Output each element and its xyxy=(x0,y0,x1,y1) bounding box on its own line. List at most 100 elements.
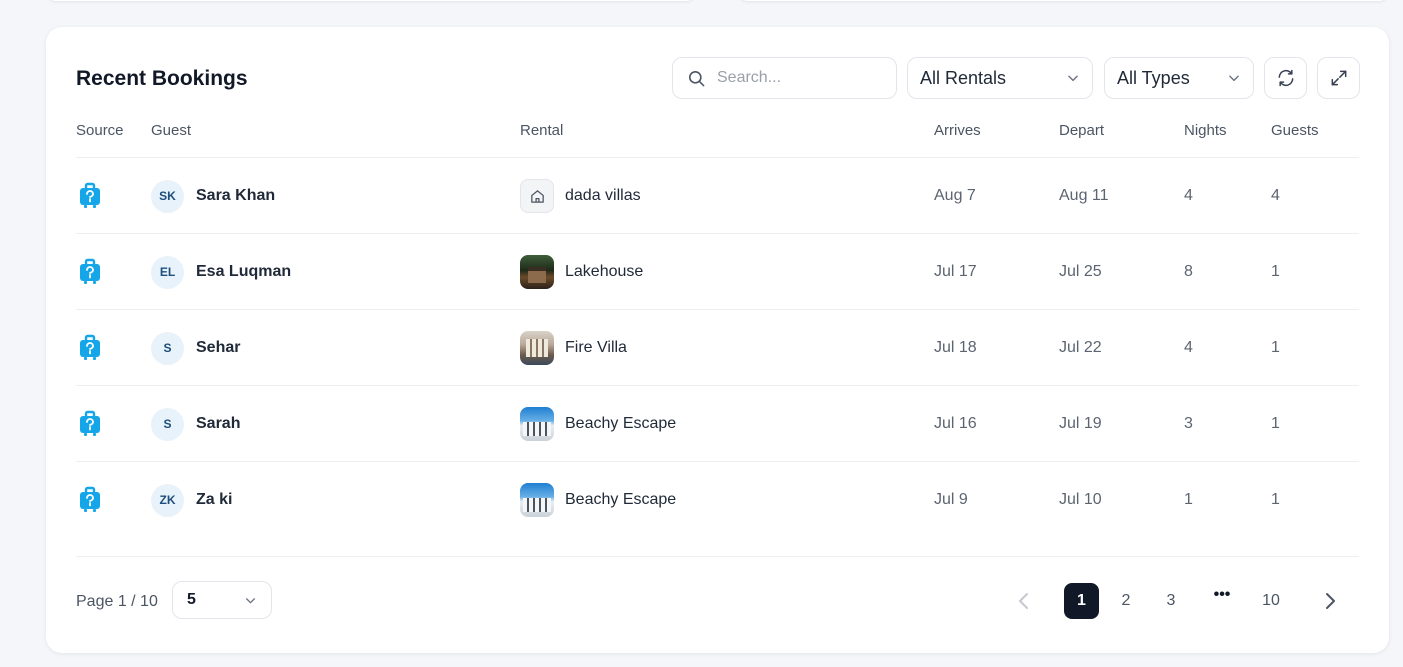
column-header-guests: Guests xyxy=(1271,122,1319,139)
depart-cell: Aug 11 xyxy=(1059,187,1109,204)
column-header-source: Source xyxy=(76,122,124,139)
depart-cell: Jul 19 xyxy=(1059,415,1102,432)
expand-icon xyxy=(1331,70,1346,86)
guest-name: Sarah xyxy=(196,415,241,432)
page-ellipsis[interactable]: ••• xyxy=(1209,577,1235,613)
search-box[interactable] xyxy=(672,57,897,99)
avatar: S xyxy=(151,407,184,441)
arrives-cell: Jul 18 xyxy=(934,339,977,356)
rental-filter-select[interactable]: All Rentals xyxy=(907,57,1093,99)
page-button-3[interactable]: 3 xyxy=(1159,583,1183,619)
avatar: S xyxy=(151,331,184,365)
rental-cell: Lakehouse xyxy=(520,234,643,310)
rental-cell: Beachy Escape xyxy=(520,462,676,538)
guest-cell: S Sehar xyxy=(151,310,240,386)
guests-cell: 1 xyxy=(1271,263,1280,280)
previous-page-button[interactable] xyxy=(1013,583,1035,619)
rental-thumbnail xyxy=(520,407,554,441)
guests-cell: 1 xyxy=(1271,415,1280,432)
nights-cell: 3 xyxy=(1184,415,1193,432)
recent-bookings-card: Recent Bookings All Rentals All Types So… xyxy=(46,27,1389,653)
table-row[interactable]: S Sarah Beachy Escape Jul 16 Jul 19 3 1 xyxy=(76,386,1359,462)
refresh-icon xyxy=(1278,69,1293,87)
travel-bag-icon xyxy=(80,334,100,360)
arrives-cell: Aug 7 xyxy=(934,187,976,204)
source-cell xyxy=(78,462,102,538)
travel-bag-icon xyxy=(80,258,100,284)
page-size-value: 5 xyxy=(187,591,196,608)
nights-cell: 8 xyxy=(1184,263,1193,280)
arrives-cell: Jul 9 xyxy=(934,491,968,508)
rental-thumbnail xyxy=(520,255,554,289)
refresh-button[interactable] xyxy=(1264,57,1307,99)
chevron-right-icon xyxy=(1326,593,1335,609)
rental-name: Lakehouse xyxy=(565,263,644,280)
page-button-1[interactable]: 1 xyxy=(1064,583,1099,619)
rental-cell: dada villas xyxy=(520,158,641,234)
table-row[interactable]: SK Sara Khan dada villas Aug 7 Aug 11 4 4 xyxy=(76,158,1359,234)
guest-cell: EL Esa Luqman xyxy=(151,234,291,310)
table-row[interactable]: S Sehar Fire Villa Jul 18 Jul 22 4 1 xyxy=(76,310,1359,386)
rental-name: Beachy Escape xyxy=(565,415,677,432)
avatar: SK xyxy=(151,179,184,213)
rental-filter-value: All Rentals xyxy=(920,67,1007,88)
source-cell xyxy=(78,234,102,310)
type-filter-select[interactable]: All Types xyxy=(1104,57,1254,99)
rental-name: Beachy Escape xyxy=(565,491,677,508)
guests-cell: 1 xyxy=(1271,491,1280,508)
next-page-button[interactable] xyxy=(1319,583,1341,619)
expand-button[interactable] xyxy=(1317,57,1360,99)
rental-cell: Fire Villa xyxy=(520,310,627,386)
source-cell xyxy=(78,310,102,386)
source-cell xyxy=(78,158,102,234)
arrives-cell: Jul 17 xyxy=(934,263,977,280)
guests-cell: 4 xyxy=(1271,187,1280,204)
column-header-depart: Depart xyxy=(1059,122,1105,139)
rental-thumbnail xyxy=(520,331,554,365)
table-row[interactable]: EL Esa Luqman Lakehouse Jul 17 Jul 25 8 1 xyxy=(76,234,1359,310)
column-header-arrives: Arrives xyxy=(934,122,981,139)
depart-cell: Jul 22 xyxy=(1059,339,1102,356)
rental-thumbnail xyxy=(520,179,554,213)
guests-cell: 1 xyxy=(1271,339,1280,356)
depart-cell: Jul 25 xyxy=(1059,263,1102,280)
nights-cell: 4 xyxy=(1184,339,1193,356)
rental-cell: Beachy Escape xyxy=(520,386,676,462)
rental-name: dada villas xyxy=(565,187,641,204)
page-size-select[interactable]: 5 xyxy=(172,581,272,619)
chevron-left-icon xyxy=(1019,593,1028,609)
column-header-nights: Nights xyxy=(1184,122,1227,139)
column-header-guest: Guest xyxy=(151,122,192,139)
travel-bag-icon xyxy=(80,486,100,512)
guest-cell: SK Sara Khan xyxy=(151,158,275,234)
travel-bag-icon xyxy=(80,182,100,208)
nights-cell: 1 xyxy=(1184,491,1193,508)
table-row[interactable]: ZK Za ki Beachy Escape Jul 9 Jul 10 1 1 xyxy=(76,462,1359,538)
guest-name: Za ki xyxy=(196,491,233,508)
page-title: Recent Bookings xyxy=(76,67,248,90)
avatar: ZK xyxy=(151,483,184,517)
page-button-10[interactable]: 10 xyxy=(1258,583,1284,619)
top-card-edge-left xyxy=(46,0,696,1)
top-card-edge-right xyxy=(738,0,1389,1)
home-icon xyxy=(530,189,544,203)
avatar: EL xyxy=(151,255,184,289)
page-button-2[interactable]: 2 xyxy=(1114,583,1138,619)
guest-cell: S Sarah xyxy=(151,386,240,462)
nights-cell: 4 xyxy=(1184,187,1193,204)
search-icon xyxy=(688,70,705,86)
column-header-rental: Rental xyxy=(520,122,564,139)
guest-name: Esa Luqman xyxy=(196,263,292,280)
guest-name: Sara Khan xyxy=(196,187,276,204)
search-input[interactable] xyxy=(717,69,877,87)
arrives-cell: Jul 16 xyxy=(934,415,977,432)
travel-bag-icon xyxy=(80,410,100,436)
rental-thumbnail xyxy=(520,483,554,517)
chevron-down-icon xyxy=(1068,75,1078,82)
depart-cell: Jul 10 xyxy=(1059,491,1102,508)
page-indicator: Page 1 / 10 xyxy=(76,593,158,610)
guest-cell: ZK Za ki xyxy=(151,462,232,538)
chevron-down-icon xyxy=(246,597,255,603)
chevron-down-icon xyxy=(1229,75,1239,82)
footer-divider xyxy=(76,556,1359,557)
